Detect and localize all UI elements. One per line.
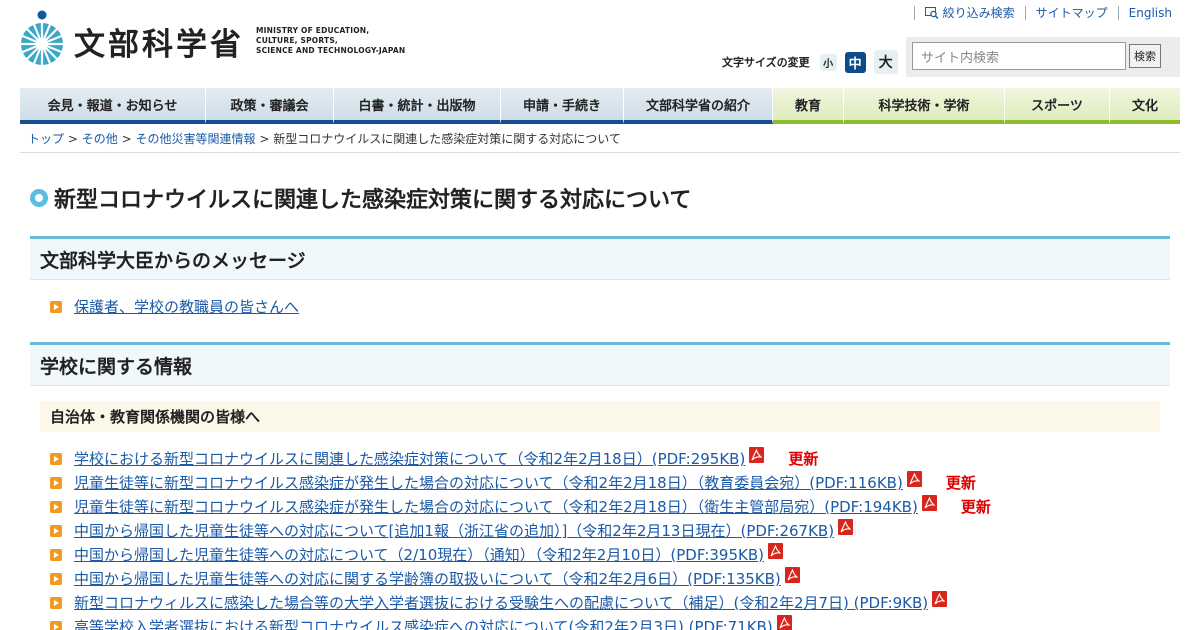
update-badge: 更新: [945, 474, 976, 492]
document-link[interactable]: 中国から帰国した児童生徒等への対応について（2/10現在）（通知）（令和2年2月…: [74, 544, 764, 565]
nav-item-education[interactable]: 教育: [773, 88, 844, 124]
list-item: 中国から帰国した児童生徒等への対応について（2/10現在）（通知）（令和2年2月…: [50, 542, 783, 565]
pdf-icon: [776, 614, 792, 630]
breadcrumb-divider: [20, 152, 1180, 153]
site-header: 文部科学省 MINISTRY OF EDUCATION, CULTURE, SP…: [0, 0, 1200, 88]
pdf-icon: [784, 566, 800, 583]
nav-item-press[interactable]: 会見・報道・お知らせ: [20, 88, 206, 124]
pdf-icon: [921, 494, 937, 511]
site-logo[interactable]: 文部科学省 MINISTRY OF EDUCATION, CULTURE, SP…: [20, 10, 405, 66]
search-input[interactable]: サイト内検索: [912, 42, 1126, 70]
message-link[interactable]: 保護者、学校の教職員の皆さんへ: [74, 296, 299, 317]
nav-item-culture[interactable]: 文化: [1110, 88, 1180, 124]
document-link[interactable]: 児童生徒等に新型コロナウイルス感染症が発生した場合の対応について（令和2年2月1…: [74, 496, 918, 517]
document-link[interactable]: 中国から帰国した児童生徒等への対応について[追加1報（浙江省の追加）]（令和2年…: [74, 520, 834, 541]
document-link[interactable]: 高等学校入学者選抜における新型コロナウイルス感染症への対応について(令和2年2月…: [74, 616, 773, 630]
circle-bullet-icon: [30, 189, 48, 207]
orange-arrow-icon: [50, 548, 62, 561]
font-size-label: 文字サイズの変更: [722, 56, 810, 69]
page-title-text: 新型コロナウイルスに関連した感染症対策に関する対応について: [54, 188, 692, 213]
list-item: 児童生徒等に新型コロナウイルス感染症が発生した場合の対応について（令和2年2月1…: [50, 470, 976, 493]
logo-english-line: CULTURE, SPORTS,: [256, 36, 338, 45]
orange-arrow-icon: [50, 572, 62, 585]
logo-english: MINISTRY OF EDUCATION, CULTURE, SPORTS, …: [256, 26, 405, 56]
breadcrumb-separator: >: [259, 132, 270, 146]
orange-arrow-icon: [50, 596, 62, 609]
nav-item-science[interactable]: 科学技術・学術: [844, 88, 1005, 124]
document-link[interactable]: 新型コロナウィルスに感染した場合等の大学入学者選抜における受験生への配慮について…: [74, 592, 928, 613]
list-item: 中国から帰国した児童生徒等への対応について[追加1報（浙江省の追加）]（令和2年…: [50, 518, 854, 541]
nav-item-publications[interactable]: 白書・統計・出版物: [334, 88, 501, 124]
nav-item-applications[interactable]: 申請・手続き: [501, 88, 624, 124]
pdf-icon: [932, 590, 948, 607]
breadcrumb-separator: >: [121, 132, 132, 146]
logo-name: 文部科学省: [74, 26, 244, 63]
mext-logo-icon: [20, 10, 64, 66]
orange-arrow-icon: [50, 620, 62, 630]
pdf-icon: [749, 446, 765, 463]
list-item: 高等学校入学者選抜における新型コロナウイルス感染症への対応について(令和2年2月…: [50, 614, 792, 630]
sitemap-link[interactable]: サイトマップ: [1024, 6, 1118, 20]
orange-arrow-icon: [50, 524, 62, 537]
site-search: サイト内検索 検索: [906, 37, 1180, 77]
orange-arrow-icon: [50, 500, 62, 513]
breadcrumb-separator: >: [67, 132, 78, 146]
breadcrumb-current: 新型コロナウイルスに関連した感染症対策に関する対応について: [273, 132, 621, 146]
document-link[interactable]: 学校における新型コロナウイルスに関連した感染症対策について（令和2年2月18日）…: [74, 448, 745, 469]
list-item: 学校における新型コロナウイルスに関連した感染症対策について（令和2年2月18日）…: [50, 446, 819, 469]
breadcrumb: トップ > その他 > その他災害等関連情報 > 新型コロナウイルスに関連した感…: [28, 130, 621, 147]
filter-search-label: 絞り込み検索: [942, 6, 1015, 20]
nav-item-policy[interactable]: 政策・審議会: [206, 88, 334, 124]
orange-arrow-icon: [50, 452, 62, 465]
list-item: 新型コロナウィルスに感染した場合等の大学入学者選抜における受験生への配慮について…: [50, 590, 948, 613]
subheading-institutions: 自治体・教育関係機関の皆様へ: [40, 401, 1160, 432]
list-item: 児童生徒等に新型コロナウイルス感染症が発生した場合の対応について（令和2年2月1…: [50, 494, 991, 517]
orange-arrow-icon: [50, 476, 62, 489]
breadcrumb-disaster[interactable]: その他災害等関連情報: [135, 132, 255, 146]
global-nav: 会見・報道・お知らせ 政策・審議会 白書・統計・出版物 申請・手続き 文部科学省…: [20, 88, 1180, 124]
update-badge: 更新: [788, 450, 819, 468]
section-heading-message: 文部科学大臣からのメッセージ: [30, 236, 1170, 280]
filter-search-link[interactable]: 絞り込み検索: [913, 6, 1025, 20]
document-link[interactable]: 中国から帰国した児童生徒等への対応に関する学齢簿の取扱いについて（令和2年2月6…: [74, 568, 781, 589]
document-link[interactable]: 児童生徒等に新型コロナウイルス感染症が発生した場合の対応について（令和2年2月1…: [74, 472, 903, 493]
utility-links: 絞り込み検索 サイトマップ English: [913, 6, 1180, 20]
nav-item-sports[interactable]: スポーツ: [1005, 88, 1110, 124]
search-button[interactable]: 検索: [1129, 44, 1161, 68]
orange-arrow-icon: [50, 300, 62, 313]
update-badge: 更新: [960, 498, 991, 516]
list-item: 中国から帰国した児童生徒等への対応に関する学齢簿の取扱いについて（令和2年2月6…: [50, 566, 800, 589]
font-size-small-button[interactable]: 小: [819, 53, 837, 71]
pdf-icon: [768, 542, 783, 559]
page-title: 新型コロナウイルスに関連した感染症対策に関する対応について: [30, 182, 691, 214]
english-link[interactable]: English: [1117, 6, 1180, 20]
filter-search-icon: [924, 7, 939, 19]
font-size-large-button[interactable]: 大: [873, 50, 898, 74]
pdf-icon: [906, 470, 922, 487]
logo-english-line: MINISTRY OF EDUCATION,: [256, 26, 370, 35]
section-heading-school: 学校に関する情報: [30, 342, 1170, 386]
font-size-medium-button[interactable]: 中: [844, 51, 866, 73]
nav-item-about[interactable]: 文部科学省の紹介: [624, 88, 773, 124]
pdf-icon: [838, 518, 854, 535]
breadcrumb-other[interactable]: その他: [82, 132, 118, 146]
breadcrumb-top[interactable]: トップ: [28, 132, 64, 146]
list-item: 保護者、学校の教職員の皆さんへ: [50, 296, 299, 317]
logo-english-line: SCIENCE AND TECHNOLOGY-JAPAN: [256, 46, 406, 55]
font-size-control: 文字サイズの変更 小 中 大: [722, 50, 898, 74]
